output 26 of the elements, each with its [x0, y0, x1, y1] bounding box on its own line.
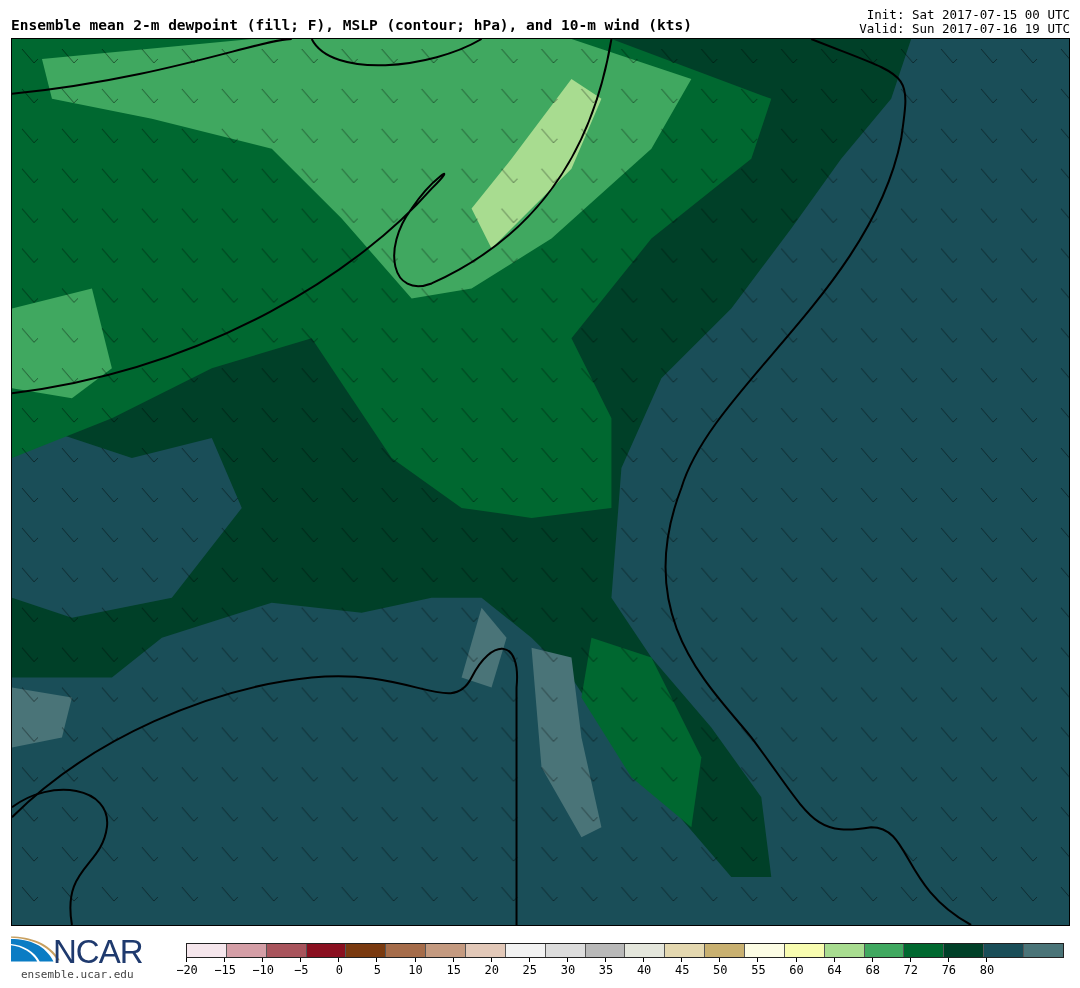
colorbar-label: 50	[713, 963, 728, 977]
colorbar-label: 25	[522, 963, 538, 977]
chart-title: Ensemble mean 2-m dewpoint (fill; F), MSLP (contour; hPa), and 10-m wind (kts)	[11, 17, 692, 35]
colorbar-label: 40	[636, 963, 652, 977]
colorbar-label: 45	[675, 963, 690, 977]
colorbar-label: 80	[979, 963, 995, 977]
colorbar-label: 55	[751, 963, 766, 977]
logo-text: NCAR	[53, 936, 143, 968]
colorbar-label: 60	[789, 963, 804, 977]
colorbar-label: 68	[865, 963, 880, 977]
colorbar-label: 15	[446, 963, 461, 977]
valid-time: Valid: Sun 2017-07-16 19 UTC	[859, 22, 1070, 36]
colorbar-label: 64	[827, 963, 842, 977]
colorbar-label: 5	[373, 963, 382, 977]
init-time: Init: Sat 2017-07-15 00 UTC	[866, 8, 1070, 22]
colorbar-label: 30	[560, 963, 576, 977]
colorbar-label: 20	[484, 963, 499, 977]
colorbar-label: 0	[335, 963, 343, 977]
colorbar-label: 76	[941, 963, 957, 977]
colorbar-label: −10	[252, 963, 275, 977]
colorbar-label: 35	[598, 963, 614, 977]
colorbar-label: −15	[214, 963, 236, 977]
colorbar-label: 72	[903, 963, 918, 977]
colorbar-label: −5	[294, 963, 309, 977]
colorbar-label: −20	[176, 963, 198, 977]
colorbar-label: 10	[408, 963, 423, 977]
